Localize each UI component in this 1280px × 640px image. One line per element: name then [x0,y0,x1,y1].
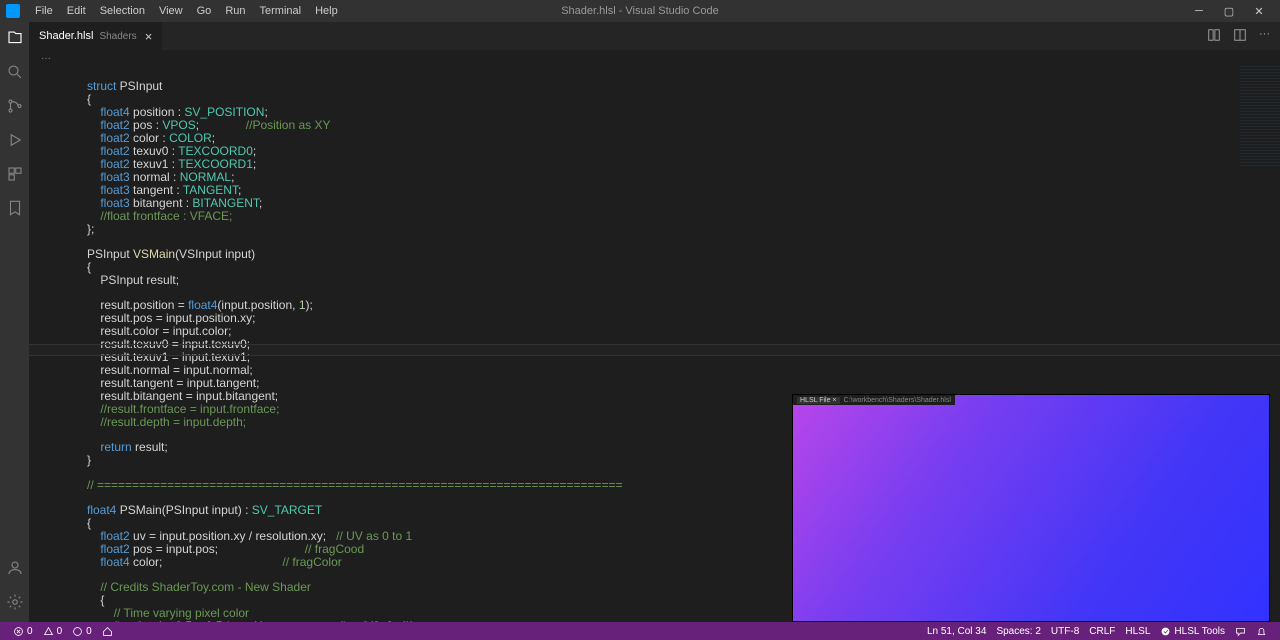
preview-header: HLSL File × C:\workbench\Shaders\Shader.… [793,395,955,405]
vscode-icon [6,4,20,18]
status-bar: 0 0 0 Ln 51, Col 34 Spaces: 2 UTF-8 CRLF… [0,622,1280,640]
tab-label: Shader.hlsl [39,30,93,42]
window-controls: ─ ▢ ✕ [1184,0,1274,22]
preview-tab[interactable]: HLSL File × [797,397,840,404]
window-title: Shader.hlsl - Visual Studio Code [561,5,719,17]
extensions-icon[interactable] [5,164,25,184]
activity-bar [0,22,29,622]
status-feedback-icon[interactable] [1230,626,1251,637]
menu-bar: File Edit Selection View Go Run Terminal… [28,2,345,20]
titlebar: File Edit Selection View Go Run Terminal… [0,0,1280,22]
maximize-button[interactable]: ▢ [1214,0,1244,22]
minimize-button[interactable]: ─ [1184,0,1214,22]
shader-preview-panel[interactable]: HLSL File × C:\workbench\Shaders\Shader.… [792,394,1270,622]
tab-shader-hlsl[interactable]: Shader.hlsl Shaders × [29,22,163,50]
menu-edit[interactable]: Edit [60,2,93,20]
close-button[interactable]: ✕ [1244,0,1274,22]
tab-close-icon[interactable]: × [145,29,153,44]
run-debug-icon[interactable] [5,130,25,150]
status-ports[interactable]: 0 [67,626,97,637]
menu-terminal[interactable]: Terminal [253,2,309,20]
code-text: struct [87,79,116,93]
editor-actions: ··· [1207,28,1280,45]
menu-help[interactable]: Help [308,2,345,20]
source-control-icon[interactable] [5,96,25,116]
tab-folder: Shaders [99,31,136,42]
menu-go[interactable]: Go [190,2,219,20]
menu-file[interactable]: File [28,2,60,20]
status-warnings[interactable]: 0 [38,626,68,637]
explorer-icon[interactable] [5,28,25,48]
status-home-icon[interactable] [97,626,118,637]
status-errors[interactable]: 0 [8,626,38,637]
compare-icon[interactable] [1207,28,1221,45]
status-language[interactable]: HLSL [1120,626,1155,637]
split-icon[interactable] [1233,28,1247,45]
status-encoding[interactable]: UTF-8 [1046,626,1084,637]
settings-icon[interactable] [5,592,25,612]
editor-tabs: Shader.hlsl Shaders × ··· [29,22,1280,50]
search-icon[interactable] [5,62,25,82]
status-eol[interactable]: CRLF [1084,626,1120,637]
menu-run[interactable]: Run [218,2,252,20]
breadcrumb[interactable]: ··· [29,50,1280,66]
status-bell-icon[interactable] [1251,626,1272,637]
menu-selection[interactable]: Selection [93,2,152,20]
bookmark-icon[interactable] [5,198,25,218]
menu-view[interactable]: View [152,2,190,20]
status-cursor-pos[interactable]: Ln 51, Col 34 [922,626,992,637]
more-icon[interactable]: ··· [1259,28,1270,45]
status-spaces[interactable]: Spaces: 2 [991,626,1045,637]
status-hlsl-tools[interactable]: HLSL Tools [1155,626,1230,637]
minimap[interactable] [1240,66,1280,166]
account-icon[interactable] [5,558,25,578]
preview-path: C:\workbench\Shaders\Shader.hlsl [844,397,951,404]
